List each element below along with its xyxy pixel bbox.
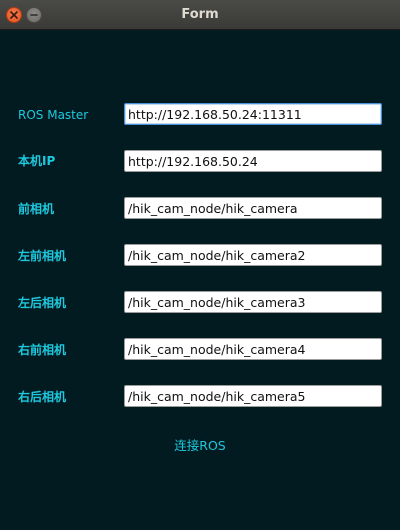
- right-front-camera-input[interactable]: [124, 338, 382, 360]
- left-rear-camera-label: 左后相机: [18, 296, 67, 310]
- left-front-camera-input[interactable]: [124, 244, 382, 266]
- local-ip-label: 本机IP: [18, 154, 56, 168]
- right-front-camera-label: 右前相机: [18, 343, 67, 357]
- front-camera-input[interactable]: [124, 197, 382, 219]
- title-bar[interactable]: Form: [0, 0, 400, 30]
- ros-master-label: ROS Master: [18, 108, 89, 122]
- left-front-camera-label: 左前相机: [18, 249, 67, 263]
- connect-ros-button[interactable]: 连接ROS: [140, 435, 260, 457]
- ros-master-input[interactable]: [124, 103, 382, 125]
- left-rear-camera-input[interactable]: [124, 291, 382, 313]
- right-rear-camera-input[interactable]: [124, 385, 382, 407]
- form-window: Form ROS Master 本机IP 前相机 左前相机 左后相机 右前相机 …: [0, 0, 400, 530]
- right-rear-camera-label: 右后相机: [18, 390, 67, 404]
- window-title: Form: [181, 7, 219, 22]
- front-camera-label: 前相机: [18, 202, 55, 216]
- local-ip-input[interactable]: [124, 150, 382, 172]
